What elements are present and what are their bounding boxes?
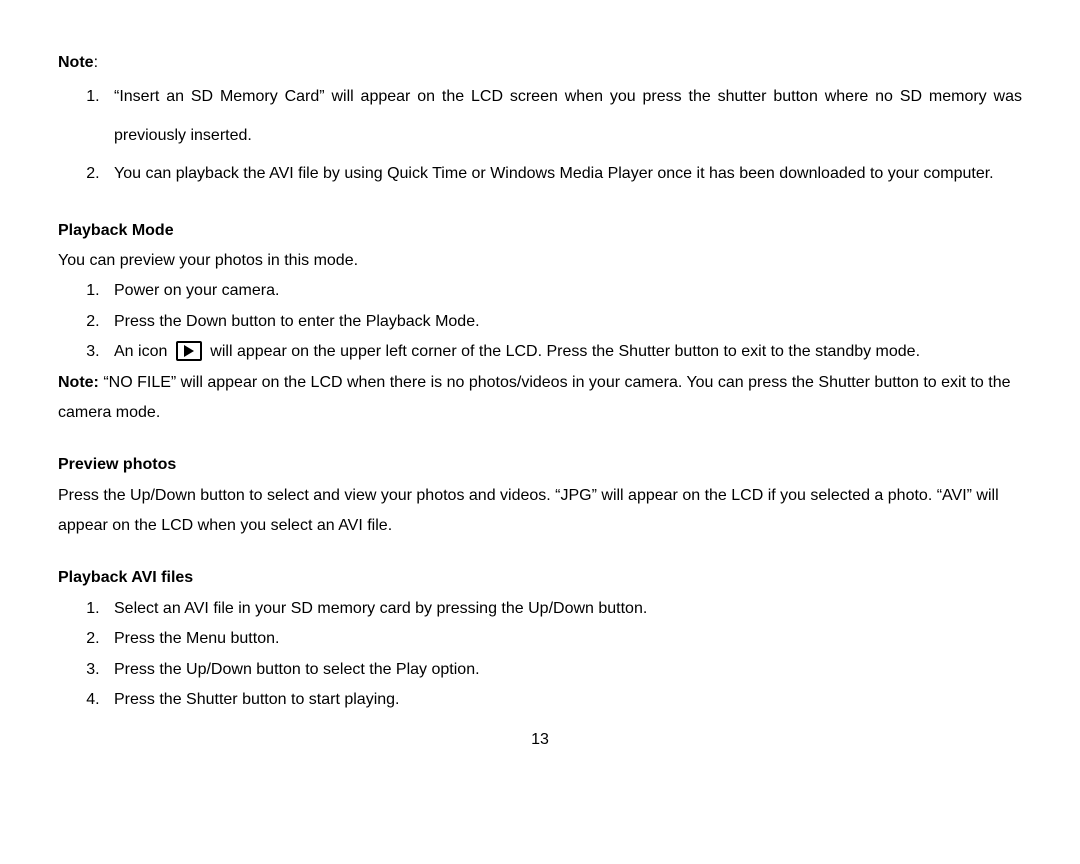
- list-item: An icon will appear on the upper left co…: [104, 337, 1022, 367]
- list-item: Select an AVI file in your SD memory car…: [104, 594, 1022, 624]
- playback-note: Note: “NO FILE” will appear on the LCD w…: [58, 368, 1022, 429]
- list-item: “Insert an SD Memory Card” will appear o…: [104, 78, 1022, 155]
- step-text-pre: An icon: [114, 343, 167, 360]
- list-item: You can playback the AVI file by using Q…: [104, 155, 1022, 193]
- playback-icon: [176, 341, 202, 361]
- preview-photos-body: Press the Up/Down button to select and v…: [58, 481, 1022, 542]
- note-body-text: “NO FILE” will appear on the LCD when th…: [58, 374, 1011, 421]
- list-item: Press the Down button to enter the Playb…: [104, 307, 1022, 337]
- section-heading-preview-photos: Preview photos: [58, 450, 1022, 480]
- step-text-post: will appear on the upper left corner of …: [210, 343, 920, 360]
- playback-intro: You can preview your photos in this mode…: [58, 246, 1022, 276]
- page-number: 13: [58, 725, 1022, 755]
- list-item: Press the Shutter button to start playin…: [104, 685, 1022, 715]
- note-label: Note: [58, 54, 94, 71]
- list-item: Press the Up/Down button to select the P…: [104, 655, 1022, 685]
- section-heading-playback-mode: Playback Mode: [58, 216, 1022, 246]
- list-item: Press the Menu button.: [104, 624, 1022, 654]
- playback-steps: Power on your camera. Press the Down but…: [58, 276, 1022, 367]
- playback-avi-steps: Select an AVI file in your SD memory car…: [58, 594, 1022, 716]
- section-heading-playback-avi: Playback AVI files: [58, 563, 1022, 593]
- list-item: Power on your camera.: [104, 276, 1022, 306]
- note-list: “Insert an SD Memory Card” will appear o…: [58, 78, 1022, 193]
- note-label-inline: Note:: [58, 374, 99, 391]
